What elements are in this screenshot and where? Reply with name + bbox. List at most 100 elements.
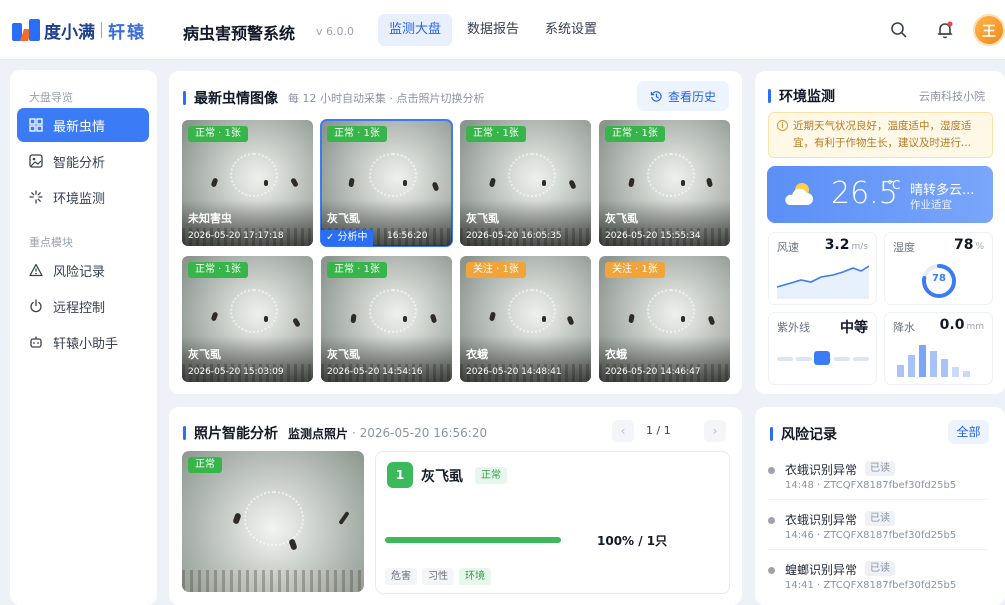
wind-stat: 风速 3.2 m/s bbox=[768, 232, 877, 305]
sidebar-item-assistant[interactable]: 轩辕小助手 bbox=[17, 325, 149, 359]
pest-thumbnail[interactable]: 正常 · 1张 灰飞虱 2026-05-20 14:54:16 bbox=[321, 256, 452, 382]
brand-logo[interactable]: 度小满 轩辕 bbox=[12, 18, 146, 43]
rank-badge: 1 bbox=[387, 462, 413, 488]
brand-sub-name: 轩辕 bbox=[108, 22, 146, 43]
sidebar-item-env[interactable]: 环境监测 bbox=[17, 180, 149, 214]
photo-status-tag: 正常 bbox=[188, 457, 222, 473]
thumbnail-status-tag: 正常 · 1张 bbox=[188, 126, 248, 142]
top-nav: 监测大盘 数据报告 系统设置 bbox=[378, 14, 608, 46]
pest-status: 正常 bbox=[475, 467, 507, 484]
pest-thumbnail[interactable]: 正常 · 1张 灰飞虱 2026-05-20 15:55:34 bbox=[599, 120, 730, 246]
analysis-time: · 2026-05-20 16:56:20 bbox=[352, 426, 488, 440]
thumbnail-time: 2026-05-20 17:17:18 bbox=[188, 231, 284, 241]
photo-analysis-title: 照片智能分析 监测点照片 · 2026-05-20 16:56:20 bbox=[183, 423, 487, 443]
humidity-value: 78% bbox=[953, 237, 984, 253]
thumbnail-time: 2026-05-20 15:55:34 bbox=[605, 231, 701, 241]
thumbnail-pest-name: 灰飞虱 bbox=[188, 348, 221, 361]
thumbnail-time: 2026-05-20 14:46:47 bbox=[605, 367, 701, 377]
thumbnail-status-tag: 正常 · 1张 bbox=[605, 126, 665, 142]
confidence-progress bbox=[385, 537, 561, 543]
thumbnail-time: 2026-05-20 14:54:16 bbox=[327, 367, 423, 377]
uv-stat: 紫外线 中等 bbox=[768, 312, 877, 385]
image-icon bbox=[29, 154, 43, 168]
warning-icon bbox=[29, 263, 43, 277]
sidebar-item-remote[interactable]: 远程控制 bbox=[17, 289, 149, 323]
thumbnail-time: 2026-05-20 14:48:41 bbox=[466, 367, 562, 377]
thumbnail-status-tag: 正常 · 1张 bbox=[327, 262, 387, 278]
system-title: 病虫害预警系统 bbox=[183, 24, 296, 43]
sidebar-item-latest[interactable]: 最新虫情 bbox=[17, 108, 149, 142]
humidity-gauge-label: 78 bbox=[932, 273, 946, 284]
pest-thumbnail[interactable]: 正常 · 1张 灰飞虱 2026-05-20 16:05:35 bbox=[460, 120, 591, 246]
work-suitability: 作业适宜 bbox=[910, 199, 952, 211]
thumbnail-pest-name: 灰飞虱 bbox=[327, 212, 360, 225]
latest-images-title: 最新虫情图像 每 12 小时自动采集 · 点击照片切换分析 bbox=[183, 88, 484, 108]
thumbnail-pest-name: 衣蛾 bbox=[466, 348, 488, 361]
weather-panel: 26.5 ℃ 晴转多云... 作业适宜 bbox=[767, 166, 993, 223]
nav-dashboard[interactable]: 监测大盘 bbox=[378, 14, 453, 46]
thumbnail-pest-name: 灰飞虱 bbox=[605, 212, 638, 225]
thumbnail-status-tag: 正常 · 1张 bbox=[466, 126, 526, 142]
rain-stat: 降水 0.0 mm bbox=[884, 312, 993, 385]
risk-item-title: 蝗螂识别异常 bbox=[785, 563, 858, 577]
env-location: 云南科技小院 bbox=[919, 90, 985, 103]
nav-settings[interactable]: 系统设置 bbox=[534, 14, 608, 46]
sidebar-item-analysis[interactable]: 智能分析 bbox=[17, 144, 149, 178]
thumbnail-time: 16:56:20 bbox=[387, 231, 428, 241]
thumbnail-time: 2026-05-20 15:03:09 bbox=[188, 367, 284, 377]
next-page-button[interactable]: › bbox=[704, 420, 726, 442]
view-history-button[interactable]: 查看历史 bbox=[637, 81, 729, 111]
thumbnail-pest-name: 灰飞虱 bbox=[466, 212, 499, 225]
top-bar: 度小满 轩辕 病虫害预警系统 v 6.0.0 监测大盘 数据报告 系统设置 王 bbox=[0, 0, 1005, 60]
brand-name: 度小满 bbox=[44, 22, 95, 43]
nav-report[interactable]: 数据报告 bbox=[456, 14, 530, 46]
analysis-photo[interactable]: 正常 bbox=[182, 451, 364, 592]
sidebar: 大盘导览 最新虫情 智能分析 环境监测 重点模块 风险记录 远程控制 轩辕小助手 bbox=[10, 70, 157, 605]
pest-thumbnail[interactable]: 关注 · 1张 衣蛾 2026-05-20 14:46:47 bbox=[599, 256, 730, 382]
info-icon: i bbox=[777, 120, 788, 131]
wind-trend-line bbox=[777, 265, 869, 299]
thumbnail-pest-name: 未知害虫 bbox=[188, 212, 232, 225]
chip-environment[interactable]: 环境 bbox=[459, 568, 491, 585]
info-chips: 危害 习性 环境 bbox=[385, 568, 496, 585]
page-indicator: 1 / 1 bbox=[646, 424, 671, 437]
thumbnail-pest-name: 灰飞虱 bbox=[327, 348, 360, 361]
risk-all-button[interactable]: 全部 bbox=[948, 420, 989, 444]
risk-item-meta: 14:46 · ZTCQFX8187fbef30fd25b5 bbox=[785, 530, 957, 541]
prev-page-button[interactable]: ‹ bbox=[612, 420, 634, 442]
rain-value: 0.0 mm bbox=[939, 317, 984, 333]
power-icon bbox=[29, 299, 43, 313]
sidebar-item-label: 智能分析 bbox=[53, 155, 106, 171]
thumbnail-status-tag: 正常 · 1张 bbox=[188, 262, 248, 278]
env-advice-note: i 近期天气状况良好，温度适中，湿度适宜，有利于作物生长，建议及时进行... bbox=[768, 112, 993, 158]
bell-icon[interactable] bbox=[935, 20, 955, 40]
pest-thumbnail[interactable]: 正常 · 1张 灰飞虱 ✓ 分析中 16:56:20 bbox=[320, 119, 453, 247]
sidebar-item-label: 风险记录 bbox=[53, 264, 106, 280]
risk-read-badge: 已读 bbox=[865, 561, 895, 576]
thumbnail-status-tag: 正常 · 1张 bbox=[327, 126, 387, 142]
confidence-text: 100% / 1只 bbox=[597, 534, 668, 548]
chip-harm[interactable]: 危害 bbox=[385, 568, 417, 585]
thumbnail-time: 2026-05-20 16:05:35 bbox=[466, 231, 562, 241]
pest-thumbnail[interactable]: 正常 · 1张 未知害虫 2026-05-20 17:17:18 bbox=[182, 120, 313, 246]
analyzing-badge: ✓ 分析中 bbox=[321, 230, 373, 246]
rain-bar-chart bbox=[897, 345, 970, 377]
sidebar-item-label: 环境监测 bbox=[53, 191, 106, 207]
thumbnail-status-tag: 关注 · 1张 bbox=[605, 262, 665, 278]
search-icon[interactable] bbox=[889, 20, 909, 40]
risk-item-title: 衣蛾识别异常 bbox=[785, 513, 858, 527]
risk-title: 风险记录 bbox=[770, 424, 837, 444]
sidebar-group-modules: 重点模块 bbox=[29, 236, 73, 249]
loading-icon bbox=[29, 190, 43, 204]
chip-habit[interactable]: 习性 bbox=[422, 568, 454, 585]
pest-thumbnail[interactable]: 关注 · 1张 衣蛾 2026-05-20 14:48:41 bbox=[460, 256, 591, 382]
pest-thumbnail[interactable]: 正常 · 1张 灰飞虱 2026-05-20 15:03:09 bbox=[182, 256, 313, 382]
brand-divider bbox=[101, 22, 102, 38]
risk-read-badge: 已读 bbox=[865, 511, 895, 526]
risk-item-meta: 14:48 · ZTCQFX8187fbef30fd25b5 bbox=[785, 480, 957, 491]
user-avatar[interactable]: 王 bbox=[973, 14, 1005, 46]
risk-dot bbox=[768, 467, 775, 474]
risk-item-meta: 14:41 · ZTCQFX8187fbef30fd25b5 bbox=[785, 580, 957, 591]
sidebar-item-risk[interactable]: 风险记录 bbox=[17, 253, 149, 287]
system-version: v 6.0.0 bbox=[316, 25, 354, 38]
